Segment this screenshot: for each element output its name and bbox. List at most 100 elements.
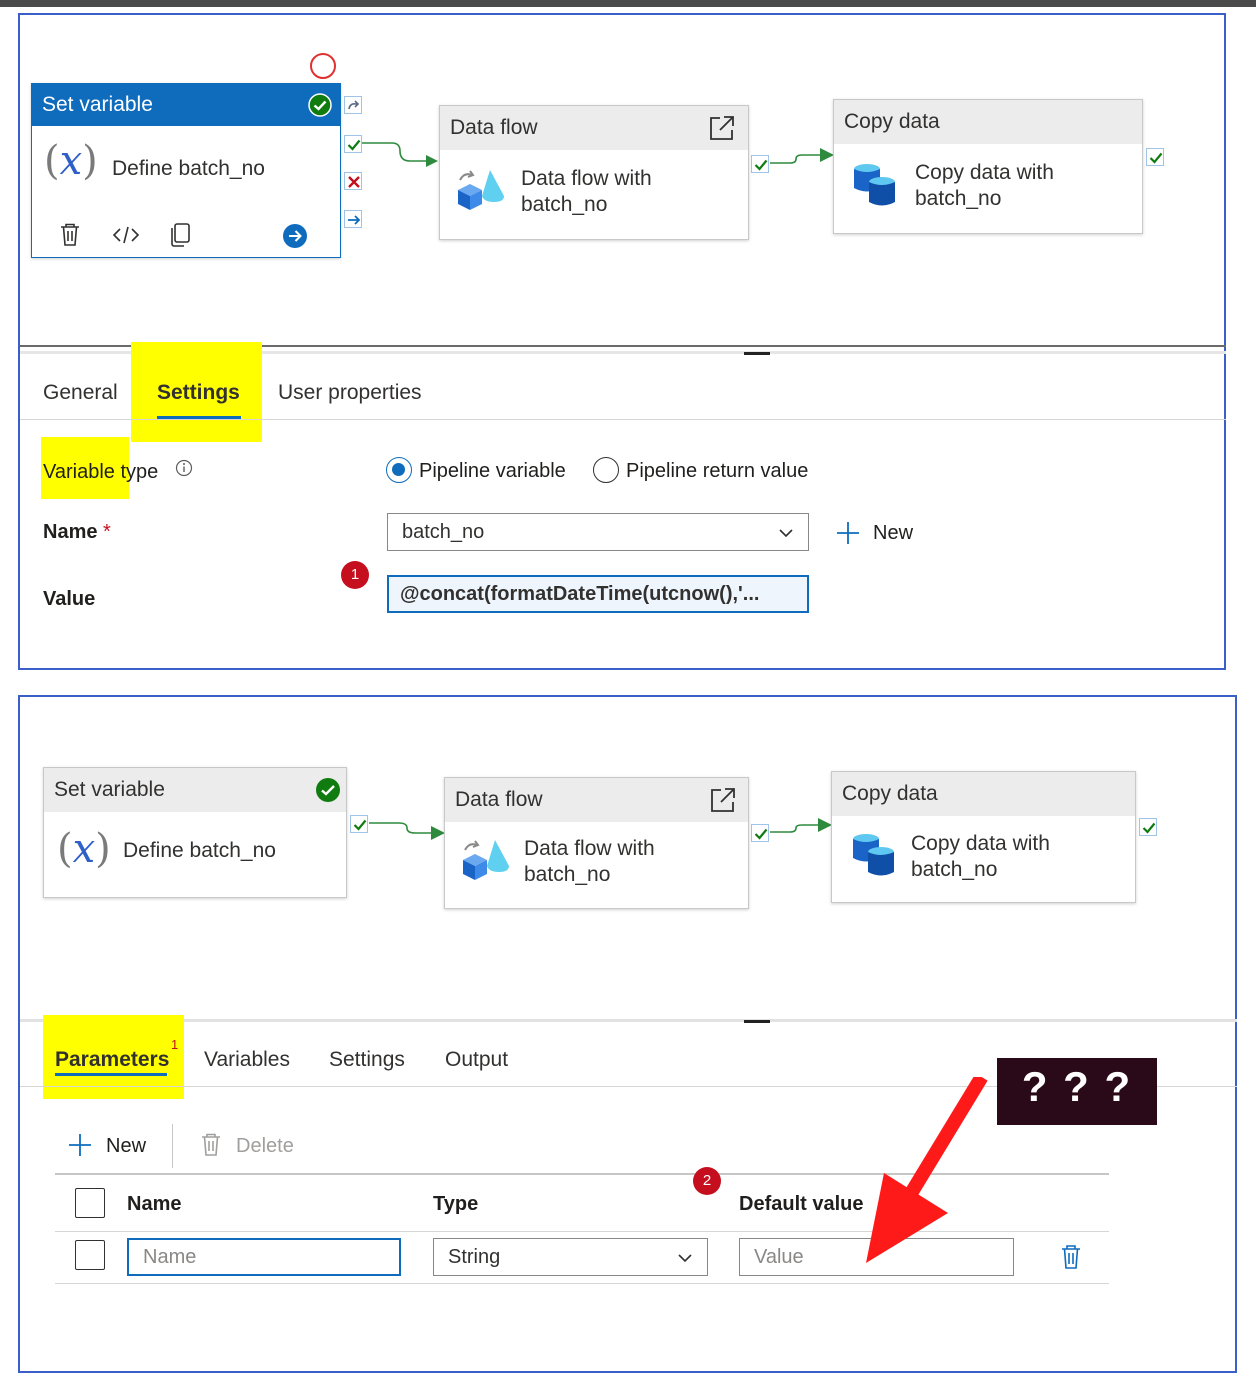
name-label: Name * — [43, 521, 111, 544]
plus-icon[interactable] — [835, 520, 861, 546]
set-variable-activity[interactable]: Set variable (x) Define batch_no — [43, 767, 347, 898]
row-checkbox[interactable] — [75, 1240, 105, 1270]
column-header-type[interactable]: Type — [433, 1193, 478, 1216]
red-arrow-annotation — [866, 1077, 988, 1263]
copy-data-activity[interactable]: Copy data Copy data with batch_no — [831, 771, 1136, 903]
activity-title: Copy data — [834, 100, 1142, 144]
check-icon — [1149, 152, 1163, 164]
activity-description: Define batch_no — [112, 157, 265, 180]
set-variable-activity[interactable]: Set variable (x) Define batch_no — [31, 83, 341, 258]
success-port[interactable] — [751, 824, 769, 842]
activity-description-line1: Copy data with — [915, 161, 1054, 184]
select-all-checkbox[interactable] — [75, 1188, 105, 1218]
value-label: Value — [43, 588, 96, 610]
tab-general[interactable]: General — [43, 381, 118, 405]
arrow-right-icon — [348, 215, 361, 225]
success-port[interactable] — [1139, 818, 1157, 836]
tab-output[interactable]: Output — [445, 1048, 508, 1072]
step-badge-2: 2 — [693, 1167, 721, 1195]
connector-arrow — [770, 818, 832, 833]
success-check-icon — [316, 778, 340, 802]
new-parameter-button[interactable]: New — [106, 1135, 146, 1158]
failure-port[interactable] — [344, 172, 362, 190]
success-port[interactable] — [350, 815, 368, 833]
success-port[interactable] — [751, 155, 769, 173]
new-variable-button[interactable]: New — [873, 522, 913, 545]
splitter-handle[interactable] — [744, 352, 770, 355]
plus-icon[interactable] — [67, 1132, 93, 1158]
bottom-pipeline-panel: Set variable (x) Define batch_no Data fl… — [18, 695, 1237, 1373]
go-arrow-icon[interactable] — [282, 223, 308, 249]
info-icon[interactable] — [175, 459, 193, 477]
success-check-icon — [308, 93, 332, 117]
tab-user-properties[interactable]: User properties — [278, 381, 422, 405]
activity-description-line2: batch_no — [911, 858, 998, 881]
redo-icon — [348, 100, 360, 110]
success-port[interactable] — [1146, 148, 1164, 166]
chevron-down-icon — [779, 529, 793, 538]
activity-description-line1: Copy data with — [911, 832, 1050, 855]
tab-settings[interactable]: Settings — [157, 381, 240, 405]
check-icon — [754, 159, 768, 171]
parameters-count-superscript: 1 — [171, 1037, 179, 1052]
success-port[interactable] — [344, 135, 362, 153]
delete-icon — [202, 1133, 220, 1156]
copy-data-activity[interactable]: Copy data Copy data with batch_no — [833, 99, 1143, 234]
tab-parameters[interactable]: Parameters — [55, 1048, 169, 1072]
toolbar-separator — [172, 1124, 173, 1168]
radio-pipeline-return-value[interactable] — [593, 457, 619, 483]
panel-splitter[interactable] — [20, 1019, 1237, 1022]
window-top-bar — [0, 0, 1256, 7]
variable-name-value: batch_no — [402, 520, 485, 543]
variable-name-dropdown[interactable]: batch_no — [387, 513, 809, 551]
check-icon — [353, 819, 367, 831]
parameter-type-dropdown[interactable]: String — [433, 1238, 708, 1276]
connector-arrow — [770, 148, 834, 164]
name-placeholder: Name — [143, 1245, 197, 1268]
variable-type-label: Variable type — [43, 461, 158, 484]
chevron-down-icon — [678, 1254, 692, 1263]
tabs-divider — [20, 419, 1226, 420]
column-header-default-value[interactable]: Default value — [739, 1193, 863, 1216]
delete-icon[interactable] — [58, 222, 82, 248]
data-flow-activity[interactable]: Data flow Data flow with batch_no — [439, 105, 749, 240]
splitter-handle[interactable] — [744, 1020, 770, 1023]
parameter-name-input[interactable]: Name — [127, 1238, 401, 1276]
column-header-name[interactable]: Name — [127, 1193, 181, 1216]
open-external-icon[interactable] — [709, 786, 737, 814]
radio-pipeline-variable[interactable] — [386, 457, 412, 483]
required-mark: * — [103, 521, 111, 543]
radio-pipeline-return-value-label[interactable]: Pipeline return value — [626, 460, 808, 483]
activity-title: Copy data — [832, 772, 1135, 816]
activity-description-line2: batch_no — [521, 193, 608, 216]
question-annotation-box: ? ? ? — [997, 1058, 1157, 1125]
activity-description-line2: batch_no — [524, 863, 611, 886]
tab-variables[interactable]: Variables — [204, 1048, 290, 1072]
variable-type-label-part2: type — [114, 461, 159, 483]
open-external-icon[interactable] — [708, 114, 736, 142]
active-tab-underline — [55, 1073, 167, 1076]
copy-icon[interactable] — [168, 222, 192, 248]
x-icon — [348, 176, 360, 188]
tab-settings[interactable]: Settings — [329, 1048, 405, 1072]
activity-description: Define batch_no — [123, 839, 276, 862]
code-icon[interactable] — [112, 224, 140, 246]
value-expression-field[interactable]: @concat(formatDateTime(utcnow(),'... — [387, 575, 809, 613]
check-icon — [1142, 822, 1156, 834]
completion-port[interactable] — [344, 210, 362, 228]
check-icon — [754, 828, 768, 840]
radio-pipeline-variable-label[interactable]: Pipeline variable — [419, 460, 566, 483]
delete-parameter-button[interactable]: Delete — [236, 1135, 294, 1158]
connector-arrow — [369, 822, 445, 840]
data-flow-activity[interactable]: Data flow Data flow with batch_no — [444, 777, 749, 909]
name-label-text: Name — [43, 521, 98, 543]
activity-title: Data flow — [445, 778, 748, 822]
skipped-port[interactable] — [344, 96, 362, 114]
check-icon — [347, 139, 361, 151]
connector-arrow — [362, 142, 438, 167]
activity-title: Data flow — [440, 106, 748, 150]
delete-row-icon[interactable] — [1060, 1243, 1082, 1271]
top-pipeline-panel: Set variable (x) Define batch_no Data fl… — [18, 13, 1226, 670]
type-value: String — [448, 1245, 501, 1268]
value-expression-text: @concat(formatDateTime(utcnow(),'... — [400, 582, 760, 605]
